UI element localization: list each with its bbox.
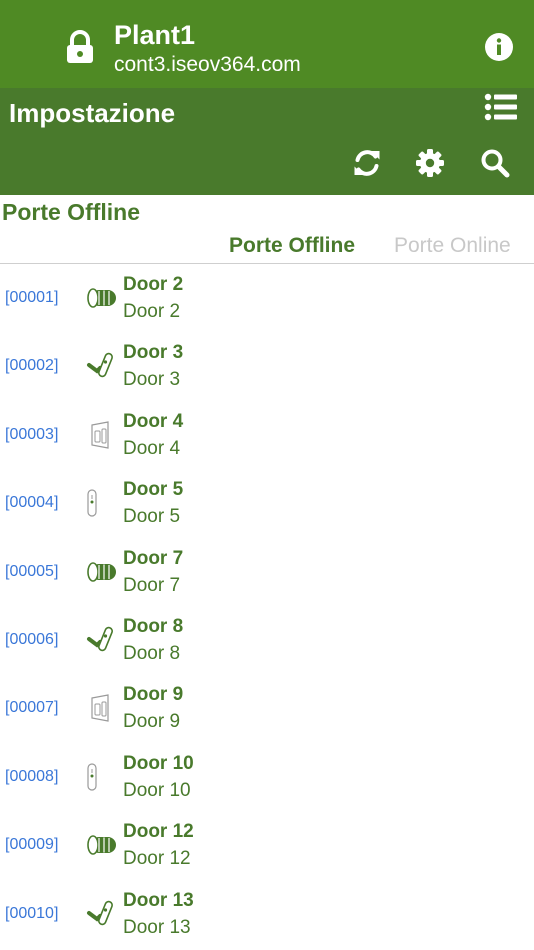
cylinder-icon: [86, 829, 120, 861]
gear-icon[interactable]: [415, 148, 445, 178]
tab-online[interactable]: Porte Online: [394, 234, 511, 258]
door-name: Door 5: [123, 479, 184, 501]
door-name: Door 12: [123, 821, 194, 843]
door-name: Door 7: [123, 547, 184, 569]
door-name: Door 2: [123, 274, 184, 295]
door-row[interactable]: [00006] Door 8 Door 8: [0, 606, 534, 674]
info-icon[interactable]: [484, 32, 514, 62]
list-icon[interactable]: [484, 93, 518, 121]
search-icon[interactable]: [480, 148, 510, 178]
door-row[interactable]: [00002] Door 3 Door 3: [0, 332, 534, 400]
door-description: Door 9: [123, 711, 181, 733]
door-code[interactable]: [00002]: [5, 357, 58, 375]
cylinder-icon: [86, 282, 120, 314]
handle-icon: [86, 898, 120, 930]
door-row[interactable]: [00001] Door 2 Door 2: [0, 264, 534, 332]
slim-reader-icon: [86, 761, 120, 793]
section-title: Porte Offline: [2, 199, 141, 225]
wall-reader-icon: [86, 692, 120, 724]
browser-bar: Plant1 cont3.iseov364.com: [0, 0, 534, 88]
door-row[interactable]: [00007] Door 9 Door 9: [0, 674, 534, 742]
door-description: Door 10: [123, 779, 191, 801]
site-title: Plant1: [114, 20, 196, 50]
door-description: Door 8: [123, 642, 181, 664]
door-description: Door 3: [123, 369, 181, 391]
door-code[interactable]: [00003]: [5, 426, 58, 444]
door-code[interactable]: [00006]: [5, 631, 58, 649]
door-code[interactable]: [00007]: [5, 699, 58, 717]
door-name: Door 8: [123, 615, 184, 637]
door-code[interactable]: [00005]: [5, 563, 58, 581]
door-code[interactable]: [00009]: [5, 836, 58, 854]
lock-icon: [67, 30, 93, 63]
wall-reader-icon: [86, 419, 120, 451]
refresh-icon[interactable]: [352, 148, 382, 178]
door-code[interactable]: [00010]: [5, 905, 58, 923]
door-name: Door 9: [123, 684, 184, 706]
door-name: Door 3: [123, 342, 184, 364]
door-row[interactable]: [00009] Door 12 Door 12: [0, 811, 534, 879]
door-list: [00001] Door 2 Door 2 [00002] Door 3 Door 3 [0…: [0, 264, 534, 948]
door-description: Door 5: [123, 506, 181, 528]
door-row[interactable]: [00010] Door 13 Door 13: [0, 880, 534, 948]
handle-icon: [86, 624, 120, 656]
tab-offline[interactable]: Porte Offline: [229, 234, 355, 258]
door-description: Door 2: [123, 301, 181, 322]
door-description: Door 4: [123, 437, 181, 459]
door-code[interactable]: [00004]: [5, 494, 58, 512]
door-name: Door 10: [123, 752, 194, 774]
handle-icon: [86, 350, 120, 382]
door-row[interactable]: [00008] Door 10 Door 10: [0, 743, 534, 811]
slim-reader-icon: [86, 487, 120, 519]
page-title: Impostazione: [9, 98, 176, 128]
door-row[interactable]: [00005] Door 7 Door 7: [0, 538, 534, 606]
app-header: Impostazione: [0, 88, 534, 195]
door-description: Door 7: [123, 574, 181, 596]
site-url[interactable]: cont3.iseov364.com: [114, 53, 301, 77]
door-row[interactable]: [00003] Door 4 Door 4: [0, 401, 534, 469]
door-name: Door 13: [123, 889, 194, 911]
door-name: Door 4: [123, 410, 184, 432]
cylinder-icon: [86, 556, 120, 588]
door-row[interactable]: [00004] Door 5 Door 5: [0, 469, 534, 537]
door-description: Door 13: [123, 916, 191, 938]
door-description: Door 12: [123, 848, 191, 870]
door-code[interactable]: [00001]: [5, 289, 58, 307]
door-code[interactable]: [00008]: [5, 768, 58, 786]
